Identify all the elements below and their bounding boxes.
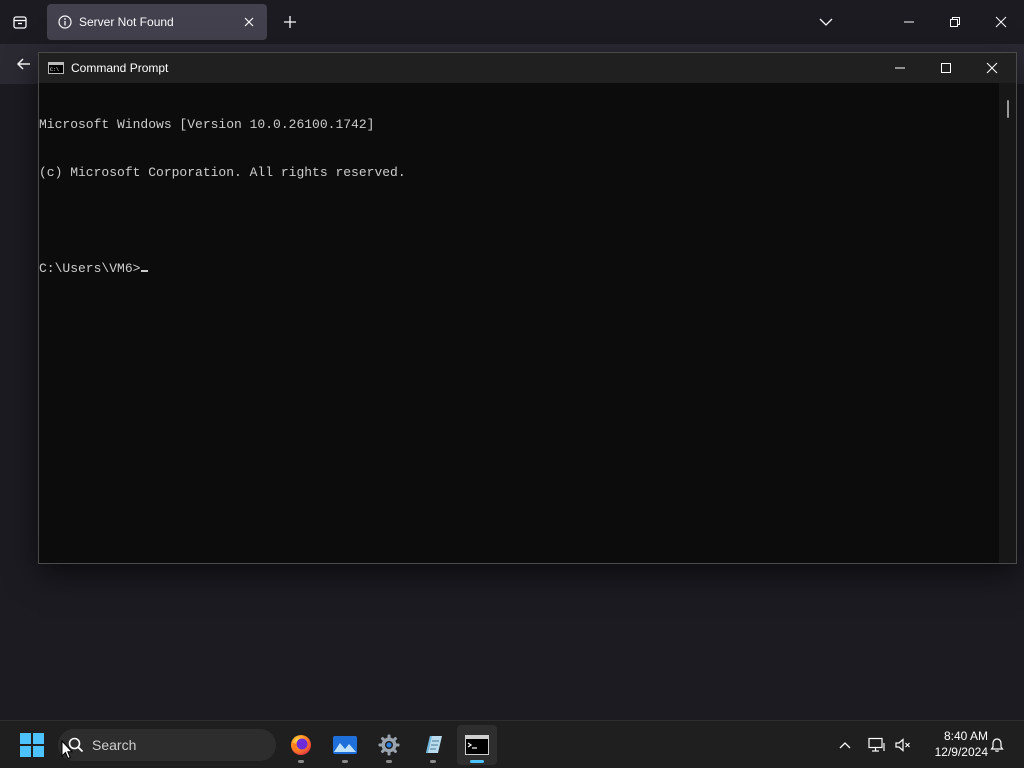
- volume-muted-icon[interactable]: [891, 733, 915, 757]
- cmd-title-bar[interactable]: C:\ Command Prompt: [39, 53, 1016, 83]
- cmd-maximize-icon[interactable]: [923, 53, 969, 83]
- taskbar: Search 8:40 AM 12/9/2024: [0, 720, 1024, 768]
- windows-start-icon[interactable]: [20, 733, 44, 757]
- browser-close-icon[interactable]: [989, 10, 1013, 34]
- cmd-close-icon[interactable]: [969, 53, 1015, 83]
- running-indicator: [430, 760, 436, 763]
- tab-list-icon[interactable]: [8, 10, 32, 34]
- cmd-scrollbar[interactable]: [999, 83, 1016, 563]
- photos-icon: [333, 736, 357, 754]
- text-cursor: [141, 270, 149, 272]
- back-arrow-icon[interactable]: [12, 52, 36, 76]
- notepad-icon: [426, 736, 442, 753]
- running-indicator: [470, 760, 484, 763]
- console-line: (c) Microsoft Corporation. All rights re…: [39, 165, 406, 180]
- browser-restore-icon[interactable]: [943, 10, 967, 34]
- console-output[interactable]: Microsoft Windows [Version 10.0.26100.17…: [39, 83, 999, 563]
- taskbar-app-command-prompt[interactable]: [457, 725, 497, 765]
- browser-tab-bar: Server Not Found: [0, 0, 1024, 44]
- tab-title: Server Not Found: [79, 15, 174, 29]
- info-icon: [57, 14, 73, 30]
- show-hidden-icons-chevron-up-icon[interactable]: [833, 733, 857, 757]
- mouse-pointer-icon: [61, 740, 73, 760]
- taskbar-clock[interactable]: 8:40 AM 12/9/2024: [918, 728, 988, 760]
- firefox-icon: [291, 735, 311, 755]
- taskbar-app-photos[interactable]: [325, 725, 365, 765]
- command-prompt-icon: [465, 735, 489, 755]
- command-prompt-icon: C:\: [48, 62, 64, 74]
- console-prompt-line[interactable]: C:\Users\VM6>: [39, 261, 999, 277]
- scrollbar-thumb[interactable]: [1007, 100, 1009, 118]
- cmd-window-title: Command Prompt: [71, 61, 169, 75]
- settings-icon: [378, 734, 400, 756]
- running-indicator: [342, 760, 348, 763]
- taskbar-app-firefox[interactable]: [281, 725, 321, 765]
- network-icon[interactable]: [865, 733, 889, 757]
- cmd-minimize-icon[interactable]: [877, 53, 923, 83]
- running-indicator: [298, 760, 304, 763]
- taskbar-app-notepad[interactable]: [413, 725, 453, 765]
- console-line: Microsoft Windows [Version 10.0.26100.17…: [39, 117, 375, 132]
- running-indicator: [386, 760, 392, 763]
- search-label: Search: [92, 737, 137, 753]
- tab-close-icon[interactable]: [241, 14, 257, 30]
- notification-bell-icon[interactable]: [985, 733, 1009, 757]
- browser-tab[interactable]: Server Not Found: [47, 4, 267, 40]
- browser-minimize-icon[interactable]: [897, 10, 921, 34]
- command-prompt-window[interactable]: C:\ Command Prompt Microsoft Windows [Ve…: [38, 52, 1017, 564]
- clock-time: 8:40 AM: [943, 729, 988, 743]
- new-tab-icon[interactable]: [280, 10, 300, 34]
- taskbar-app-settings[interactable]: [369, 725, 409, 765]
- console-prompt: C:\Users\VM6>: [39, 261, 141, 276]
- svg-text:C:\: C:\: [50, 67, 59, 73]
- taskbar-search-box[interactable]: Search: [58, 729, 276, 761]
- clock-date: 12/9/2024: [934, 745, 988, 759]
- list-all-tabs-icon[interactable]: [814, 10, 838, 34]
